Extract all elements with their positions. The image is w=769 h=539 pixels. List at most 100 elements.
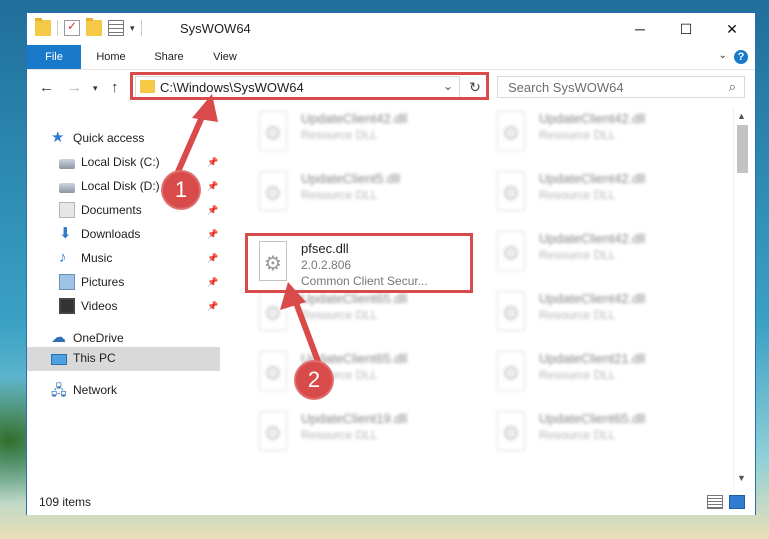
nav-documents[interactable]: Documents (59, 199, 142, 221)
nav-local-disk-d[interactable]: Local Disk (D:) (59, 175, 160, 197)
pin-icon[interactable]: 📌 (207, 253, 218, 264)
file-type: Resource DLL (539, 368, 616, 382)
file-item[interactable]: ⚙ UpdateClient19.dll Resource DLL (245, 407, 475, 459)
ribbon-tabs: File Home Share View ⌄ ? (27, 45, 755, 70)
quick-access-toolbar: ▾ (35, 18, 142, 36)
dll-file-icon: ⚙ (493, 291, 529, 335)
minimize-button[interactable]: ─ (617, 13, 663, 45)
file-item[interactable]: ⚙ UpdateClient65.dll Resource DLL (483, 407, 713, 459)
file-explorer-window: ▾ SysWOW64 ─ ☐ ✕ File Home Share View ⌄ … (26, 12, 756, 515)
nav-label: Local Disk (C:) (81, 155, 160, 169)
scroll-up-arrow-icon[interactable]: ▲ (737, 111, 746, 121)
pin-icon[interactable]: 📌 (207, 277, 218, 288)
window-controls: ─ ☐ ✕ (617, 13, 755, 45)
dll-file-icon: ⚙ (255, 171, 291, 215)
close-button[interactable]: ✕ (709, 13, 755, 45)
tab-share[interactable]: Share (145, 45, 193, 69)
help-button[interactable]: ? (734, 50, 748, 64)
nav-label: Local Disk (D:) (81, 179, 160, 193)
search-icon[interactable]: ⌕ (729, 79, 736, 95)
recent-locations-chevron-icon[interactable]: ▾ (93, 83, 98, 94)
details-view-icon[interactable] (707, 495, 723, 509)
file-item[interactable]: ⚙ UpdateClient5.dll Resource DLL (245, 167, 475, 219)
nav-pictures[interactable]: Pictures (59, 271, 124, 293)
file-type: Resource DLL (539, 248, 616, 262)
nav-videos[interactable]: Videos (59, 295, 117, 317)
film-strip-icon (59, 298, 75, 314)
nav-downloads[interactable]: ⬇ Downloads (59, 223, 140, 245)
file-list: ⚙ UpdateClient42.dll Resource DLL ⚙ Upda… (223, 107, 733, 489)
scroll-down-arrow-icon[interactable]: ▼ (737, 473, 746, 483)
properties-icon[interactable] (64, 19, 80, 36)
dll-file-icon: ⚙ (255, 351, 291, 395)
folder-icon (35, 18, 51, 36)
nav-quick-access[interactable]: ★ Quick access (51, 127, 144, 149)
expand-ribbon-chevron-icon[interactable]: ⌄ (719, 50, 727, 61)
file-name: UpdateClient65.dll (301, 291, 408, 306)
tab-view[interactable]: View (203, 45, 247, 69)
dll-file-icon: ⚙ (493, 231, 529, 275)
dll-file-icon: ⚙ (493, 111, 529, 155)
nav-label: Music (81, 251, 113, 265)
file-type: Resource DLL (301, 188, 378, 202)
file-type: Resource DLL (539, 308, 616, 322)
file-type: Resource DLL (301, 308, 378, 322)
step-badge-1: 1 (163, 172, 199, 208)
network-icon: 🖧 (51, 382, 67, 398)
nav-label: Quick access (73, 131, 145, 145)
file-name: UpdateClient42.dll (539, 111, 646, 126)
dll-file-icon: ⚙ (493, 411, 529, 455)
nav-music[interactable]: ♪ Music (59, 247, 112, 269)
file-type: Resource DLL (539, 128, 616, 142)
nav-label: OneDrive (73, 331, 124, 345)
title-bar: ▾ SysWOW64 ─ ☐ ✕ (27, 13, 755, 45)
pin-icon[interactable]: 📌 (207, 157, 218, 168)
pin-icon[interactable]: 📌 (207, 181, 218, 192)
nav-label: Videos (81, 299, 118, 313)
file-item[interactable]: ⚙ UpdateClient42.dll Resource DLL (483, 287, 713, 339)
up-arrow-icon[interactable]: ↑ (111, 79, 119, 96)
search-placeholder[interactable]: Search SysWOW64 (508, 80, 624, 95)
download-arrow-icon: ⬇ (59, 225, 72, 242)
nav-local-disk-c[interactable]: Local Disk (C:) (59, 151, 160, 173)
file-item[interactable]: ⚙ UpdateClient65.dll Resource DLL (245, 287, 475, 339)
file-name: UpdateClient42.dll (539, 291, 646, 306)
customize-toolbar-chevron-icon[interactable]: ▾ (130, 23, 135, 34)
back-arrow-icon[interactable]: ← (39, 79, 54, 96)
file-name: UpdateClient21.dll (539, 351, 646, 366)
large-icons-view-icon[interactable] (729, 495, 745, 509)
nav-this-pc[interactable]: This PC (51, 347, 116, 369)
computer-icon (51, 353, 67, 365)
window-title: SysWOW64 (180, 21, 251, 36)
new-folder-icon[interactable] (86, 18, 102, 36)
dll-file-icon: ⚙ (255, 291, 291, 335)
file-item[interactable]: ⚙ UpdateClient42.dll Resource DLL (245, 107, 475, 159)
star-icon: ★ (51, 129, 65, 146)
file-item[interactable]: ⚙ UpdateClient65.dll Resource DLL (245, 347, 475, 399)
search-box[interactable]: Search SysWOW64 ⌕ (497, 76, 745, 98)
file-item[interactable]: ⚙ UpdateClient42.dll Resource DLL (483, 227, 713, 279)
file-type: Resource DLL (539, 188, 616, 202)
dll-file-icon: ⚙ (493, 351, 529, 395)
pin-icon[interactable]: 📌 (207, 301, 218, 312)
hard-drive-icon (59, 158, 75, 169)
file-item[interactable]: ⚙ UpdateClient42.dll Resource DLL (483, 167, 713, 219)
tab-file[interactable]: File (27, 45, 81, 69)
scrollbar-thumb[interactable] (737, 125, 748, 173)
nav-onedrive[interactable]: ☁ OneDrive (51, 327, 124, 349)
nav-label: Downloads (81, 227, 141, 241)
tab-home[interactable]: Home (85, 45, 137, 69)
forward-arrow-icon[interactable]: → (67, 79, 82, 96)
file-item[interactable]: ⚙ UpdateClient42.dll Resource DLL (483, 107, 713, 159)
dll-file-icon: ⚙ (255, 411, 291, 455)
file-type: Resource DLL (301, 128, 378, 142)
pin-icon[interactable]: 📌 (207, 205, 218, 216)
music-note-icon: ♪ (59, 249, 67, 266)
documents-icon (59, 202, 75, 218)
file-item[interactable]: ⚙ UpdateClient21.dll Resource DLL (483, 347, 713, 399)
pin-icon[interactable]: 📌 (207, 229, 218, 240)
view-options-icon[interactable] (108, 20, 124, 36)
vertical-scrollbar[interactable]: ▲ ▼ (733, 107, 751, 487)
maximize-button[interactable]: ☐ (663, 13, 709, 45)
nav-network[interactable]: 🖧 Network (51, 379, 117, 401)
